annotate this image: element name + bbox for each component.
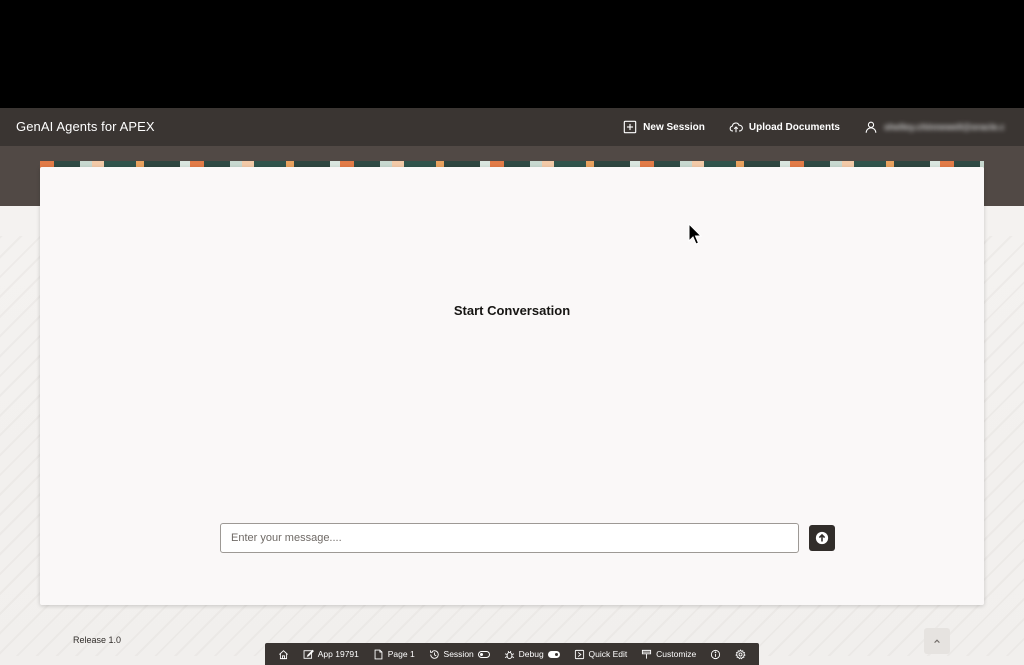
chat-card: Start Conversation: [40, 167, 984, 605]
dev-home-button[interactable]: [278, 649, 289, 660]
page-icon: [374, 649, 383, 659]
dev-quick-edit-button[interactable]: Quick Edit: [574, 649, 628, 660]
user-icon: [865, 121, 877, 133]
arrow-up-circle-icon: [815, 531, 829, 545]
history-icon: [429, 649, 439, 659]
dev-info-button[interactable]: [710, 649, 721, 660]
dev-page-label: Page 1: [387, 649, 415, 659]
dev-session-button[interactable]: Session: [429, 649, 490, 660]
scroll-to-top-button[interactable]: [924, 628, 950, 654]
upload-documents-label: Upload Documents: [748, 121, 840, 133]
nav-actions: New Session Upload Documents shelley.chi…: [623, 108, 1004, 146]
plus-square-icon: [623, 120, 637, 134]
debug-toggle[interactable]: [547, 650, 560, 658]
edit-icon: [303, 649, 314, 659]
app-title[interactable]: GenAI Agents for APEX: [16, 119, 155, 134]
message-input[interactable]: [220, 523, 799, 553]
dev-customize-label: Customize: [656, 649, 697, 659]
home-icon: [278, 649, 288, 659]
dev-debug-button[interactable]: Debug: [504, 649, 560, 660]
bug-icon: [504, 650, 514, 659]
upload-documents-button[interactable]: Upload Documents: [729, 120, 840, 134]
release-label: Release 1.0: [73, 635, 122, 645]
quick-edit-icon: [574, 649, 584, 659]
dev-session-label: Session: [443, 649, 474, 659]
dev-app-button[interactable]: App 19791: [303, 649, 359, 660]
dev-app-label: App 19791: [317, 649, 359, 659]
new-session-button[interactable]: New Session: [623, 120, 705, 134]
dev-quick-edit-label: Quick Edit: [588, 649, 628, 659]
user-menu-button[interactable]: shelley.chinnewell@oracle.com: [864, 120, 1004, 134]
gear-icon: [735, 648, 746, 659]
top-black-bar: [0, 0, 1024, 108]
send-button[interactable]: [809, 525, 835, 551]
developer-toolbar: App 19791 Page 1 Session Debug Quick Edi…: [265, 643, 759, 665]
mouse-cursor-icon: [688, 223, 703, 245]
cloud-upload-icon: [729, 122, 743, 133]
brush-icon: [642, 649, 652, 659]
user-email: shelley.chinnewell@oracle.com: [884, 122, 1004, 132]
conversation-title: Start Conversation: [453, 303, 571, 318]
session-toggle[interactable]: [477, 650, 490, 658]
dev-debug-label: Debug: [518, 649, 544, 659]
dev-customize-button[interactable]: Customize: [641, 649, 696, 660]
info-icon: [711, 649, 721, 659]
chevron-up-icon: [934, 639, 940, 643]
app-header: GenAI Agents for APEX New Session Upload…: [0, 108, 1024, 146]
dev-settings-button[interactable]: [735, 648, 746, 660]
new-session-label: New Session: [643, 121, 705, 133]
dev-page-button[interactable]: Page 1: [373, 649, 415, 660]
